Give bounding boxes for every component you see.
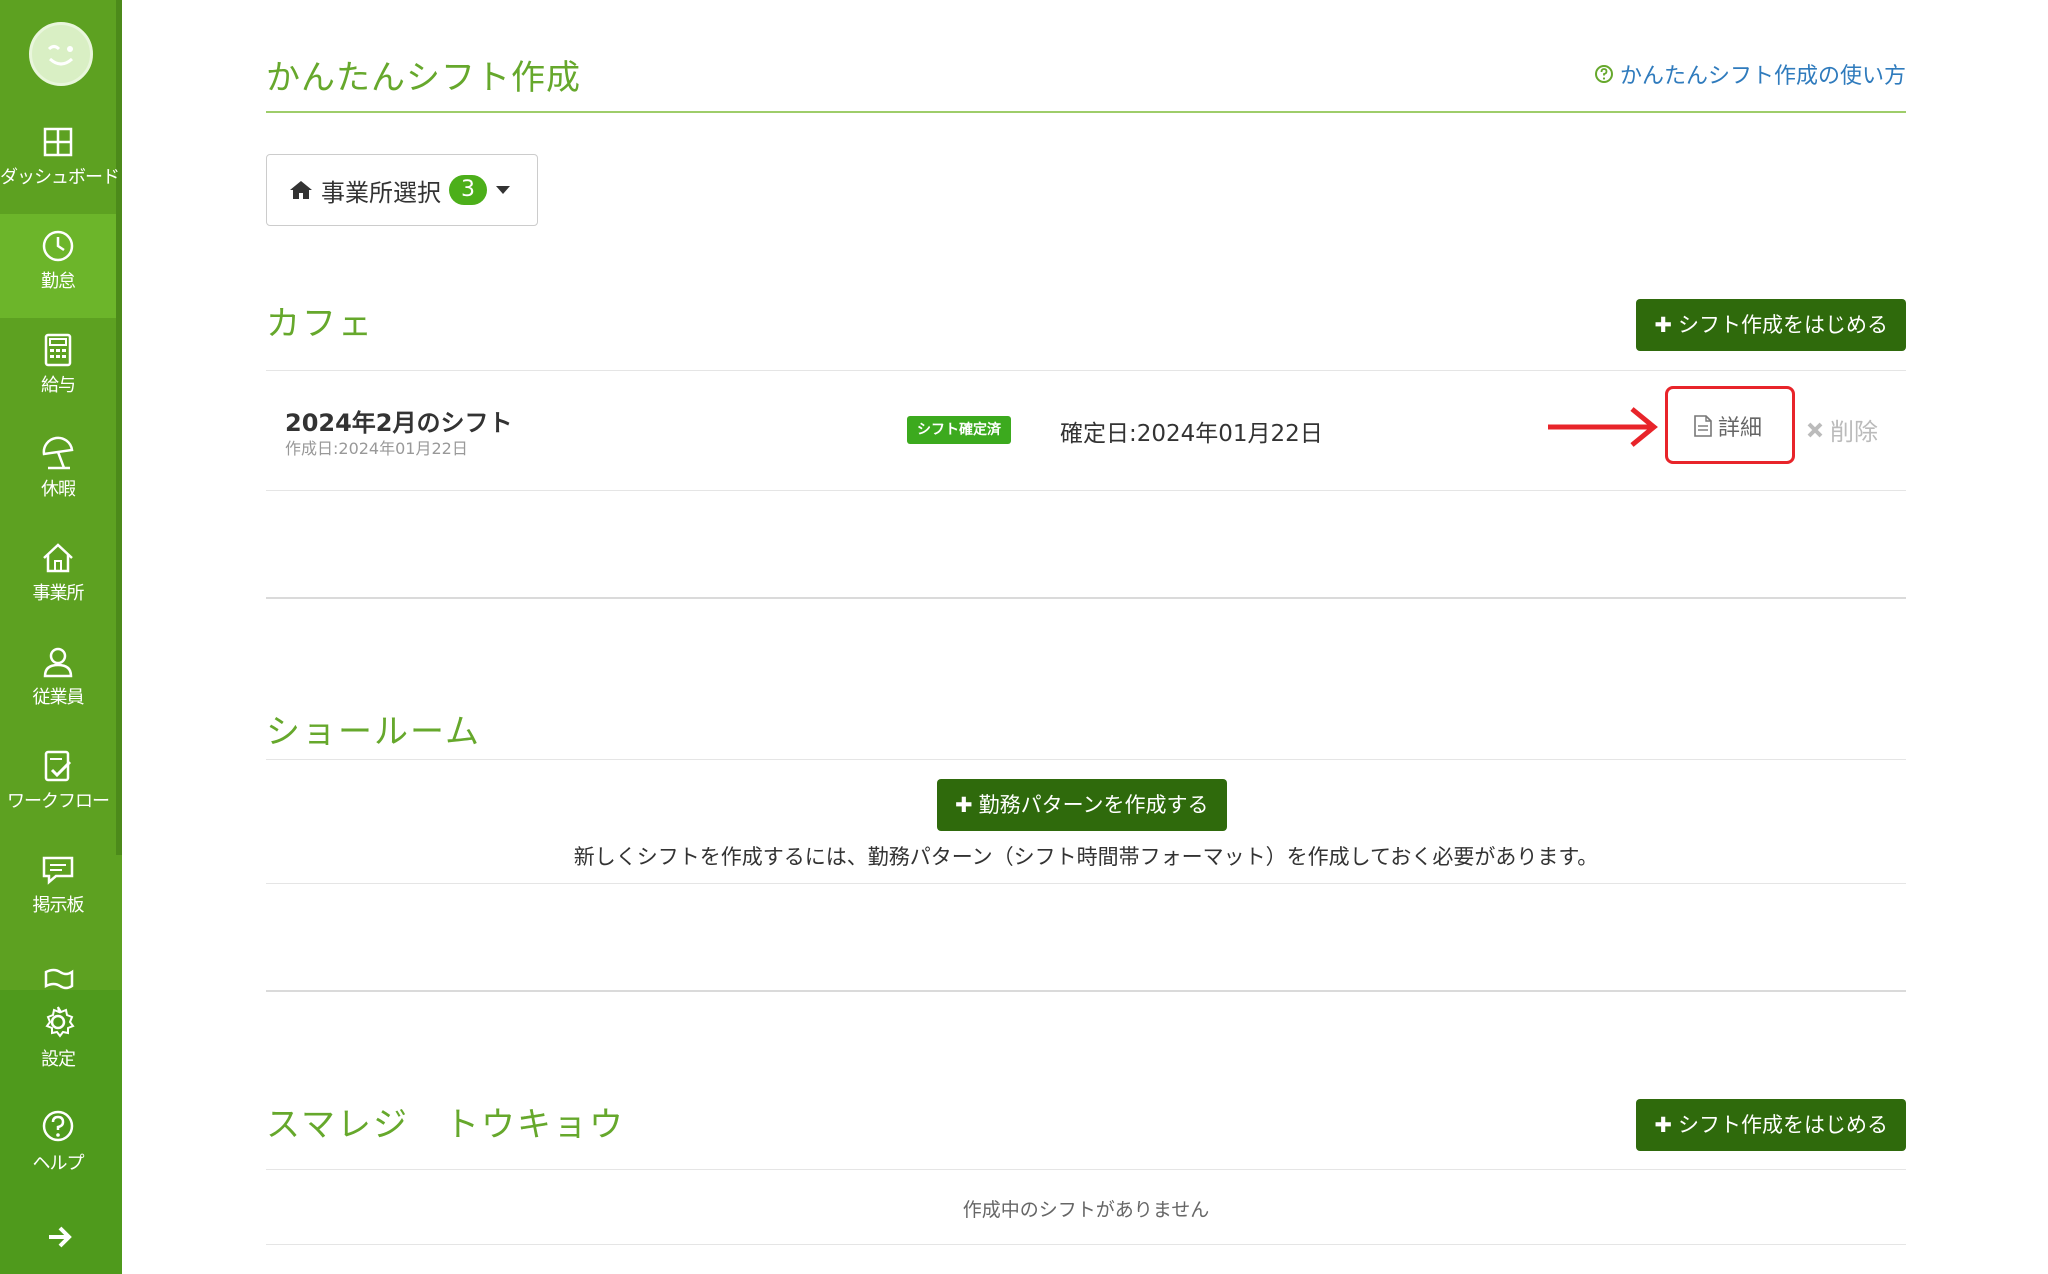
dashboard-grid-icon	[43, 127, 73, 157]
section-divider	[266, 597, 1906, 599]
person-icon	[43, 647, 73, 678]
section-title-cafe: カフェ	[266, 304, 374, 344]
caret-down-icon	[496, 186, 510, 194]
avatar[interactable]	[29, 22, 93, 86]
plus-icon: ✚	[1654, 313, 1672, 337]
smile-face-icon	[47, 45, 74, 66]
calculator-icon	[44, 333, 72, 367]
sidebar-item-payroll[interactable]: 給与	[0, 318, 116, 422]
office-count-badge: 3	[449, 175, 487, 205]
question-circle-icon	[42, 1110, 74, 1142]
home-icon	[290, 181, 312, 199]
flag-icon	[44, 968, 74, 990]
sidebar-item-help[interactable]: ヘルプ	[0, 1094, 116, 1198]
status-badge: シフト確定済	[907, 416, 1011, 444]
title-divider	[266, 111, 1906, 113]
sidebar-item-label: 設定	[41, 1049, 76, 1070]
sidebar-item-label: ダッシュボード	[0, 167, 120, 188]
help-link[interactable]: かんたんシフト作成の使い方	[1594, 58, 1906, 90]
start-shift-label: シフト作成をはじめる	[1678, 313, 1888, 337]
divider	[266, 1169, 1906, 1170]
document-icon	[1694, 415, 1712, 437]
sidebar-item-workflow[interactable]: ワークフロー	[0, 734, 116, 838]
pattern-notice: 新しくシフトを作成するには、勤務パターン（シフト時間帯フォーマット）を作成してお…	[573, 845, 1599, 869]
sidebar-item-label: 休暇	[41, 479, 76, 500]
shift-created-date: 作成日:2024年01月22日	[285, 439, 468, 458]
divider	[266, 759, 1906, 760]
start-shift-button[interactable]: ✚ シフト作成をはじめる	[1636, 299, 1906, 351]
house-icon	[43, 543, 73, 573]
divider	[266, 1244, 1906, 1245]
sidebar-item-employees[interactable]: 従業員	[0, 630, 116, 734]
section-divider	[266, 990, 1906, 992]
sidebar-item-label: 勤怠	[41, 271, 76, 292]
empty-message: 作成中のシフトがありません	[962, 1199, 1210, 1221]
divider	[266, 370, 1906, 371]
sidebar-item-label: 掲示板	[32, 895, 85, 916]
sidebar-scrollbar[interactable]	[116, 0, 122, 855]
gear-icon	[45, 1006, 75, 1038]
create-pattern-label: 勤務パターンを作成する	[978, 793, 1209, 817]
sidebar-item-attendance[interactable]: 勤怠	[0, 214, 116, 318]
chat-bubble-icon	[42, 856, 74, 885]
plus-icon: ✚	[1654, 1113, 1672, 1137]
detail-button-label: 詳細	[1718, 416, 1763, 441]
office-select-dropdown[interactable]: 事業所選択 3	[266, 154, 538, 226]
sidebar: ダッシュボード 勤怠 給与 休暇 事業所 従業員 ワークフロー 掲示板 設定 ヘ…	[0, 0, 122, 1274]
office-select-label: 事業所選択	[321, 178, 441, 207]
arrow-right-icon[interactable]	[47, 1226, 73, 1248]
confirmed-date: 確定日:2024年01月22日	[1060, 421, 1323, 447]
sidebar-item-dashboard[interactable]: ダッシュボード	[0, 110, 120, 214]
section-title-showroom: ショールーム	[266, 712, 481, 752]
sidebar-item-label: 従業員	[32, 687, 85, 708]
question-circle-icon	[1594, 65, 1613, 83]
sidebar-item-label: 給与	[41, 375, 76, 396]
delete-button-label: 削除	[1830, 418, 1878, 446]
sidebar-item-label: 事業所	[32, 583, 85, 604]
sidebar-item-label: ヘルプ	[32, 1153, 85, 1174]
help-link-label: かんたんシフト作成の使い方	[1619, 64, 1906, 89]
delete-button[interactable]: 削除	[1806, 412, 1878, 447]
sidebar-item-settings[interactable]: 設定	[0, 990, 116, 1094]
beach-umbrella-icon	[42, 436, 74, 470]
divider	[266, 490, 1906, 491]
section-title-tokyo: スマレジ トウキョウ	[266, 1105, 625, 1145]
sidebar-item-office[interactable]: 事業所	[0, 526, 116, 630]
page-title: かんたんシフト作成	[266, 58, 581, 98]
sidebar-item-label: ワークフロー	[7, 791, 110, 812]
detail-button[interactable]: 詳細	[1694, 410, 1762, 442]
start-shift-label: シフト作成をはじめる	[1678, 1113, 1888, 1137]
shift-name: 2024年2月のシフト	[285, 409, 513, 437]
close-icon	[1807, 422, 1823, 437]
annotation-arrow	[1548, 407, 1658, 447]
checklist-icon	[44, 750, 72, 782]
sidebar-item-vacation[interactable]: 休暇	[0, 422, 116, 526]
clock-icon	[42, 230, 74, 262]
divider	[266, 883, 1906, 884]
sidebar-item-flag[interactable]	[0, 942, 116, 990]
create-pattern-button[interactable]: ✚ 勤務パターンを作成する	[937, 779, 1227, 831]
sidebar-item-board[interactable]: 掲示板	[0, 838, 116, 942]
plus-icon: ✚	[955, 793, 973, 817]
start-shift-button[interactable]: ✚ シフト作成をはじめる	[1636, 1099, 1906, 1151]
